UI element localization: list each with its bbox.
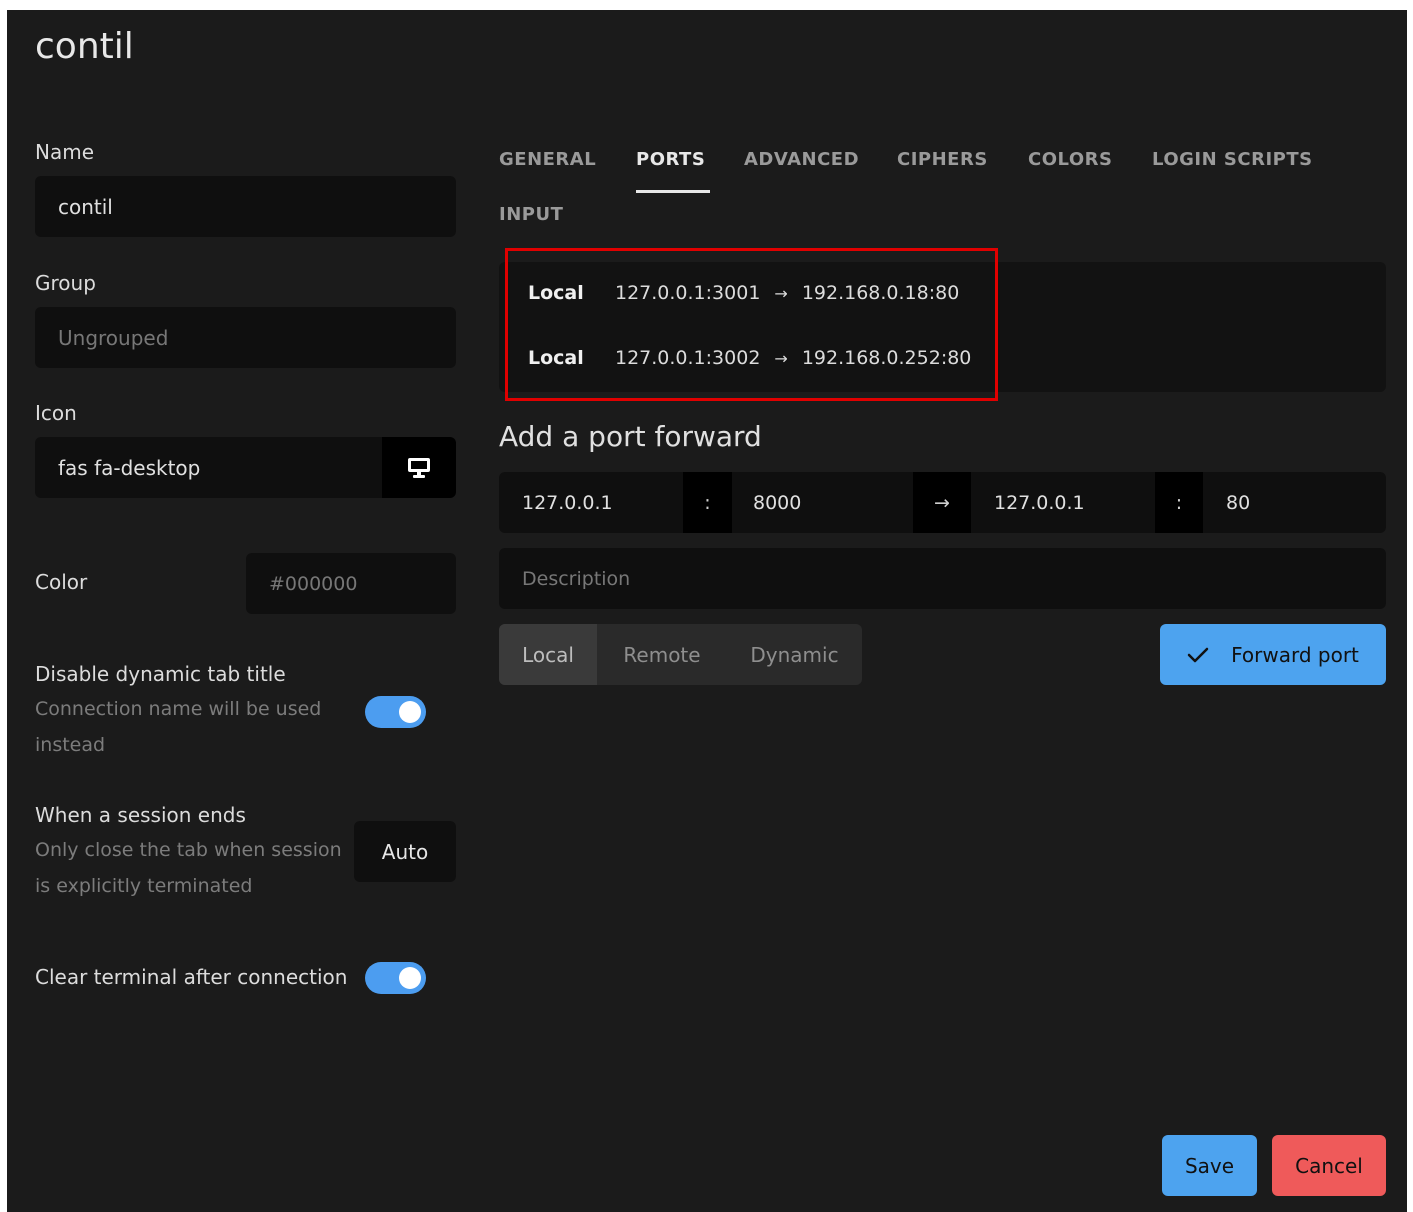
description-input[interactable]: Description <box>499 548 1386 609</box>
save-button[interactable]: Save <box>1162 1135 1257 1196</box>
active-tab-indicator <box>636 190 710 193</box>
dynamic-title-description: Connection name will be used instead <box>35 698 322 756</box>
color-input[interactable]: #000000 <box>246 553 456 614</box>
add-forward-title: Add a port forward <box>499 420 762 453</box>
name-input[interactable]: contil <box>35 176 456 237</box>
desktop-icon <box>408 457 430 478</box>
tab-ciphers[interactable]: CIPHERS <box>897 149 988 170</box>
dynamic-title-label: Disable dynamic tab title <box>35 662 286 686</box>
icon-input[interactable]: fas fa-desktop <box>35 437 382 498</box>
forward-port-button[interactable]: Forward port <box>1160 624 1386 685</box>
icon-label: Icon <box>35 401 77 425</box>
clear-terminal-toggle[interactable] <box>365 962 426 994</box>
toggle-knob <box>399 701 421 723</box>
group-input[interactable]: Ungrouped <box>35 307 456 368</box>
dynamic-title-toggle[interactable] <box>365 696 426 728</box>
group-label: Group <box>35 271 96 295</box>
tab-advanced[interactable]: ADVANCED <box>744 149 859 170</box>
tab-ports[interactable]: PORTS <box>636 149 705 170</box>
remote-host-input[interactable]: 127.0.0.1 <box>994 472 1085 533</box>
forward-port-label: Forward port <box>1231 642 1359 667</box>
name-label: Name <box>35 140 95 164</box>
dialog-title: contil <box>35 26 134 67</box>
mode-remote-option[interactable]: Remote <box>597 624 727 685</box>
session-end-label: When a session ends <box>35 803 246 827</box>
clear-terminal-label: Clear terminal after connection <box>35 965 348 989</box>
colon-separator: : <box>683 472 732 533</box>
highlight-annotation <box>505 248 998 401</box>
local-host-input[interactable]: 127.0.0.1 <box>522 472 613 533</box>
local-port-input[interactable]: 8000 <box>753 472 801 533</box>
color-label: Color <box>35 570 88 594</box>
arrow-right-icon: → <box>913 472 971 533</box>
colon-separator: : <box>1155 472 1203 533</box>
connection-dialog: contil Name contil Group Ungrouped Icon … <box>7 10 1407 1212</box>
icon-preview-button[interactable] <box>382 437 456 498</box>
tab-input[interactable]: INPUT <box>499 204 563 225</box>
mode-dynamic-option[interactable]: Dynamic <box>727 624 862 685</box>
checkmark-icon <box>1187 647 1209 662</box>
tab-login-scripts[interactable]: LOGIN SCRIPTS <box>1152 149 1313 170</box>
toggle-knob <box>399 967 421 989</box>
tab-general[interactable]: GENERAL <box>499 149 596 170</box>
session-end-description: Only close the tab when session is expli… <box>35 839 342 897</box>
tab-colors[interactable]: COLORS <box>1028 149 1112 170</box>
cancel-button[interactable]: Cancel <box>1272 1135 1386 1196</box>
session-end-select[interactable]: Auto <box>354 821 456 882</box>
mode-local-option[interactable]: Local <box>499 624 597 685</box>
forward-mode-selector: Local Remote Dynamic <box>499 624 862 685</box>
remote-port-input[interactable]: 80 <box>1226 472 1250 533</box>
